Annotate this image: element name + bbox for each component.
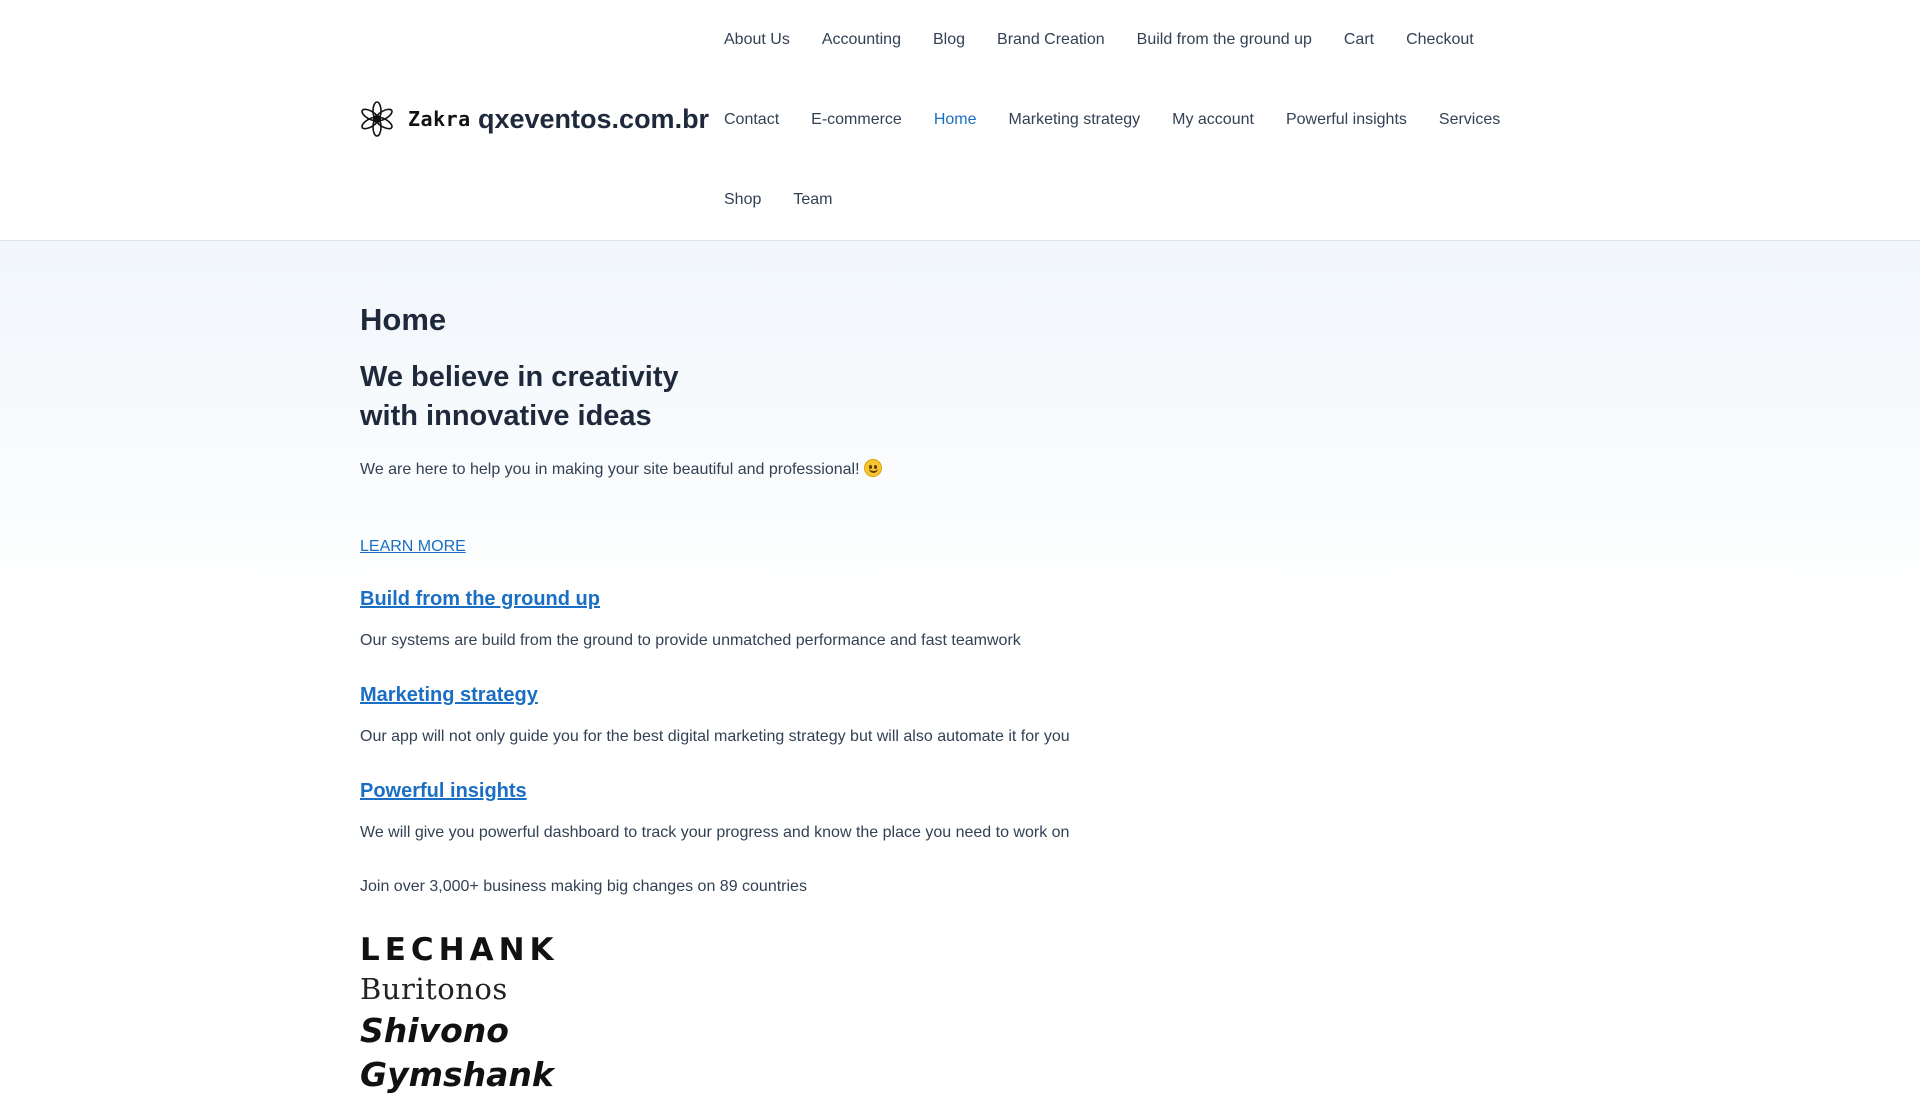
- nav-item-cart[interactable]: Cart: [1344, 30, 1374, 50]
- nav-item-e-commerce[interactable]: E-commerce: [811, 110, 902, 130]
- hero-heading-line: with innovative ideas: [360, 400, 652, 432]
- nav-row: Shop Team: [724, 160, 865, 240]
- nav-item-accounting[interactable]: Accounting: [822, 30, 901, 50]
- nav-item-about-us[interactable]: About Us: [724, 30, 790, 50]
- primary-navigation: About Us Accounting Blog Brand Creation …: [724, 0, 1524, 240]
- feature-block: Build from the ground up Our systems are…: [360, 586, 1260, 651]
- nav-item-my-account[interactable]: My account: [1172, 110, 1254, 130]
- nav-item-marketing-strategy[interactable]: Marketing strategy: [1009, 110, 1141, 130]
- join-text: Join over 3,000+ business making big cha…: [360, 878, 807, 895]
- hero-heading: We believe in creativity with innovative…: [360, 358, 760, 436]
- nav-row: Contact E-commerce Home Marketing strate…: [724, 80, 1532, 160]
- hero-text-copy: We are here to help you in making your s…: [360, 461, 860, 478]
- nav-item-home[interactable]: Home: [934, 110, 977, 130]
- feature-title-link[interactable]: Powerful insights: [360, 778, 527, 804]
- nav-item-contact[interactable]: Contact: [724, 110, 779, 130]
- nav-item-shop[interactable]: Shop: [724, 190, 761, 210]
- nav-item-brand-creation[interactable]: Brand Creation: [997, 30, 1105, 50]
- hero-heading-line: We believe in creativity: [360, 361, 679, 393]
- client-logo-gymshank: Gymshank: [360, 1055, 554, 1094]
- nav-item-build-from-the-ground-up[interactable]: Build from the ground up: [1137, 30, 1312, 50]
- learn-more-link[interactable]: LEARN MORE: [360, 537, 466, 557]
- flower-logo-icon: [361, 101, 393, 137]
- site-logo-link[interactable]: Zakra: [360, 101, 471, 137]
- feature-description: Our systems are build from the ground to…: [360, 632, 1021, 649]
- feature-description: We will give you powerful dashboard to t…: [360, 824, 1070, 841]
- site-title-link[interactable]: qxeventos.com.br: [478, 101, 709, 137]
- slightly-smiling-face-icon: [863, 459, 882, 477]
- feature-title-link[interactable]: Build from the ground up: [360, 586, 600, 612]
- nav-item-services[interactable]: Services: [1439, 110, 1500, 130]
- site-header: Zakra qxeventos.com.br About Us Accounti…: [0, 0, 1920, 241]
- feature-title-link[interactable]: Marketing strategy: [360, 682, 538, 708]
- client-logos: LECHANK Buritonos Shivono Gymshank: [360, 931, 660, 1095]
- nav-item-blog[interactable]: Blog: [933, 30, 965, 50]
- main-content-area: Home We believe in creativity with innov…: [0, 241, 1920, 1094]
- feature-description: Our app will not only guide you for the …: [360, 728, 1070, 745]
- feature-block: Powerful insights We will give you power…: [360, 778, 1260, 843]
- hero-text: We are here to help you in making your s…: [360, 459, 882, 481]
- client-logo-shivono: Shivono: [360, 1011, 509, 1050]
- nav-item-powerful-insights[interactable]: Powerful insights: [1286, 110, 1407, 130]
- nav-item-checkout[interactable]: Checkout: [1406, 30, 1474, 50]
- client-logo-lechank: LECHANK: [360, 932, 559, 968]
- nav-item-team[interactable]: Team: [793, 190, 832, 210]
- nav-row: About Us Accounting Blog Brand Creation …: [724, 0, 1506, 80]
- page-title: Home: [360, 302, 447, 337]
- feature-block: Marketing strategy Our app will not only…: [360, 682, 1260, 747]
- client-logo-buritonos: Buritonos: [360, 972, 508, 1006]
- logo-wordmark: Zakra: [408, 107, 471, 131]
